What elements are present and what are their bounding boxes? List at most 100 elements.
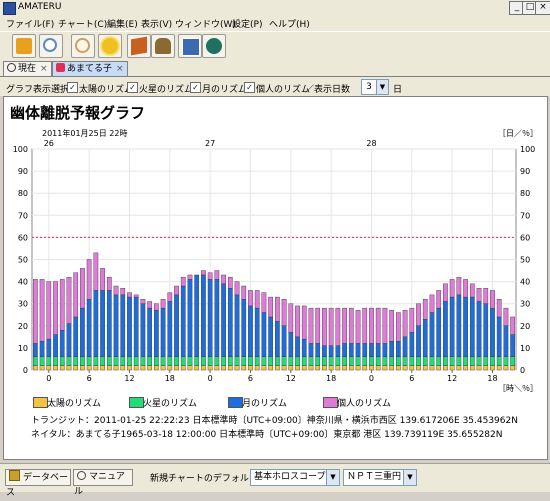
x-tick-label: 12 bbox=[124, 374, 134, 383]
bar-sun bbox=[348, 365, 354, 371]
bar-mars bbox=[59, 356, 65, 366]
bar-mars bbox=[301, 356, 307, 366]
bar-sun bbox=[275, 365, 280, 371]
bar-sun bbox=[308, 365, 314, 371]
bar-personal bbox=[86, 259, 92, 300]
bar-moon bbox=[106, 290, 112, 357]
bar-mars bbox=[53, 356, 58, 366]
chevron-down-icon: ▼ bbox=[403, 470, 416, 485]
bar-personal bbox=[201, 270, 206, 276]
bar-personal bbox=[429, 294, 435, 313]
x-tick-label: 12 bbox=[286, 374, 296, 383]
bar-moon bbox=[463, 296, 468, 357]
scope-select[interactable]: 基本ホロスコープ ▼ bbox=[250, 469, 340, 486]
bar-sun bbox=[194, 365, 200, 371]
bar-personal bbox=[33, 279, 38, 344]
bar-sun bbox=[234, 365, 240, 371]
bar-mars bbox=[39, 356, 45, 366]
bar-sun bbox=[261, 365, 267, 371]
bar-moon bbox=[469, 296, 475, 357]
bar-personal bbox=[275, 296, 280, 322]
bar-moon bbox=[510, 334, 515, 357]
bar-personal bbox=[234, 281, 240, 296]
bar-mars bbox=[140, 356, 146, 366]
bar-sun bbox=[180, 365, 186, 371]
bar-sun bbox=[207, 365, 213, 371]
bar-sun bbox=[80, 365, 85, 371]
bar-mars bbox=[80, 356, 85, 366]
bar-mars bbox=[86, 356, 92, 366]
bar-personal bbox=[261, 292, 267, 313]
bar-sun bbox=[409, 365, 415, 371]
bar-sun bbox=[429, 365, 435, 371]
bar-sun bbox=[322, 365, 327, 371]
bar-moon bbox=[422, 318, 428, 357]
bar-mars bbox=[375, 356, 381, 366]
bar-mars bbox=[335, 356, 341, 366]
bar-mars bbox=[174, 356, 179, 366]
bar-personal bbox=[180, 276, 186, 287]
bar-personal bbox=[39, 279, 45, 342]
legend-personal-swatch bbox=[323, 397, 338, 408]
bar-sun bbox=[227, 365, 233, 371]
bar-mars bbox=[248, 356, 253, 366]
bar-sun bbox=[187, 365, 193, 371]
bar-mars bbox=[241, 356, 247, 366]
bar-personal bbox=[402, 310, 408, 338]
y-tick-label-left: 90 bbox=[18, 167, 28, 176]
bar-mars bbox=[422, 356, 428, 366]
bar-moon bbox=[86, 299, 92, 357]
bar-mars bbox=[221, 356, 226, 366]
bar-personal bbox=[248, 290, 253, 307]
bar-sun bbox=[476, 365, 482, 371]
bar-moon bbox=[396, 341, 401, 357]
bar-mars bbox=[66, 356, 72, 366]
bar-mars bbox=[160, 356, 166, 366]
x-tick-label: 0 bbox=[369, 374, 374, 383]
bar-moon bbox=[496, 316, 502, 357]
legend-moon-label: 月のリズム bbox=[242, 399, 288, 409]
bar-personal bbox=[147, 301, 152, 309]
bar-moon bbox=[301, 338, 307, 357]
bar-mars bbox=[268, 356, 273, 366]
bar-personal bbox=[160, 299, 166, 309]
bar-sun bbox=[254, 365, 260, 371]
bar-moon bbox=[73, 316, 79, 357]
bar-moon bbox=[140, 303, 146, 357]
bar-moon bbox=[59, 330, 65, 357]
bar-mars bbox=[261, 356, 267, 366]
bar-sun bbox=[100, 365, 105, 371]
bar-personal bbox=[46, 281, 52, 340]
bar-personal bbox=[167, 292, 173, 302]
bar-moon bbox=[409, 332, 415, 357]
bar-personal bbox=[396, 312, 401, 342]
database-button[interactable]: データベース bbox=[5, 469, 71, 498]
y-tick-label-left: 20 bbox=[18, 322, 28, 331]
day-label: 27 bbox=[205, 139, 215, 148]
bar-moon bbox=[100, 290, 105, 357]
y-tick-label-right: 40 bbox=[520, 278, 530, 287]
bar-moon bbox=[456, 294, 462, 357]
y-tick-label-left: 60 bbox=[18, 233, 28, 242]
bar-personal bbox=[463, 279, 468, 298]
bar-sun bbox=[46, 365, 52, 371]
bar-moon bbox=[154, 310, 159, 357]
bar-sun bbox=[73, 365, 79, 371]
bar-moon bbox=[261, 312, 267, 357]
bar-moon bbox=[39, 341, 45, 357]
bar-mars bbox=[409, 356, 415, 366]
x-tick-label: 0 bbox=[46, 374, 51, 383]
bar-moon bbox=[241, 299, 247, 357]
bar-personal bbox=[174, 285, 179, 296]
bar-sun bbox=[201, 365, 206, 371]
bar-moon bbox=[254, 307, 260, 357]
natal-info: ネイタル：あまてる子1965-03-18 12:00:00 日本標準時〔UTC+… bbox=[31, 430, 503, 440]
manual-button[interactable]: マニュアル bbox=[73, 469, 133, 497]
bar-personal bbox=[369, 307, 374, 344]
bar-sun bbox=[106, 365, 112, 371]
circle-select[interactable]: ＮＰＴ三重円 ▼ bbox=[343, 469, 417, 486]
bar-moon bbox=[127, 296, 132, 357]
bar-moon bbox=[160, 307, 166, 357]
bar-mars bbox=[113, 356, 119, 366]
bar-sun bbox=[342, 365, 347, 371]
